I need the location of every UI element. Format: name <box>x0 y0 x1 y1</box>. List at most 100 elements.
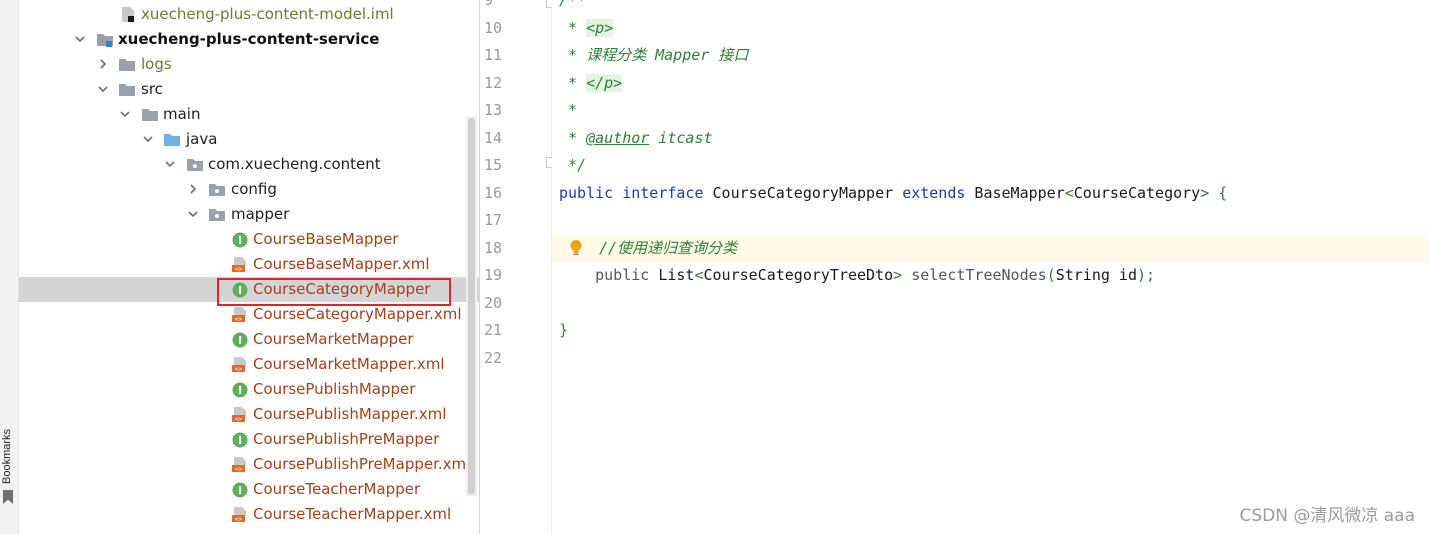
author-tag: @author <box>586 129 650 147</box>
code-line-14: * @author itcast <box>559 129 713 147</box>
line-number[interactable]: 12 <box>480 70 524 97</box>
tree-item-label: java <box>186 130 218 148</box>
interface-icon: I <box>231 481 249 498</box>
line-number[interactable]: 9 <box>480 0 524 14</box>
tree-item-label: CoursePublishPreMapper.xml <box>253 455 471 473</box>
xml-file-icon: <> <box>231 306 249 323</box>
tree-item-coursecategorymapper-xml[interactable]: <> CourseCategoryMapper.xml <box>19 302 479 327</box>
tree-item-label: xuecheng-plus-content-service <box>118 30 380 48</box>
chevron-down-icon[interactable] <box>118 107 132 121</box>
tree-item-label: CoursePublishMapper.xml <box>253 405 447 423</box>
html-tag: <p> <box>586 19 614 37</box>
interface-icon: I <box>231 331 249 348</box>
tree-item-src[interactable]: src <box>19 77 479 102</box>
line-number[interactable]: 13 <box>480 97 524 124</box>
xml-file-icon: <> <box>231 406 249 423</box>
code-line-11: * 课程分类 Mapper 接口 <box>559 46 749 64</box>
code-line-9: /** <box>559 0 587 9</box>
line-number[interactable]: 10 <box>480 15 524 42</box>
code-line-13: * <box>559 101 578 119</box>
line-number[interactable]: 19 <box>480 262 524 289</box>
chevron-down-icon[interactable] <box>96 82 110 96</box>
tree-item-coursemarketmapper-xml[interactable]: <> CourseMarketMapper.xml <box>19 352 479 377</box>
tree-item-label: CourseTeacherMapper.xml <box>253 505 452 523</box>
line-number[interactable]: 15 <box>480 152 524 179</box>
xml-file-icon: <> <box>231 356 249 373</box>
line-number[interactable]: 11 <box>480 42 524 69</box>
line-number[interactable]: 16 <box>480 180 524 207</box>
chevron-down-icon[interactable] <box>141 132 155 146</box>
tree-scrollbar-thumb[interactable] <box>468 118 475 494</box>
tree-item-coursemarketmapper[interactable]: I CourseMarketMapper <box>19 327 479 352</box>
tree-item-mapper[interactable]: mapper <box>19 202 479 227</box>
code-line-21: } <box>559 321 569 339</box>
code-line-10: * <p> <box>559 19 614 37</box>
package-icon <box>186 156 204 173</box>
bookmark-icon[interactable] <box>3 490 13 504</box>
editor-gutter: 9 10 11 12 13 14 15 16 17 18 19 20 21 22 <box>480 0 556 534</box>
line-number[interactable]: 20 <box>480 290 524 317</box>
tree-item-label: CourseMarketMapper.xml <box>253 355 445 373</box>
tree-item-label: main <box>163 105 201 123</box>
chevron-down-icon[interactable] <box>186 207 200 221</box>
source-folder-icon <box>163 131 181 148</box>
tree-item-xuecheng-plus-content-model-iml[interactable]: xuecheng-plus-content-model.iml <box>19 2 479 27</box>
interface-icon: I <box>231 381 249 398</box>
folder-icon <box>141 106 159 123</box>
interface-icon: I <box>231 231 249 248</box>
tree-item-config[interactable]: config <box>19 177 479 202</box>
tree-item-label: CoursePublishPreMapper <box>253 430 440 448</box>
chevron-right-icon[interactable] <box>96 57 110 71</box>
svg-text:<>: <> <box>235 466 243 473</box>
tree-item-label: CourseBaseMapper <box>253 230 399 248</box>
tree-item-label: CourseCategoryMapper <box>253 280 431 298</box>
intention-bulb-icon[interactable] <box>569 239 583 257</box>
tree-item-xuecheng-plus-content-service[interactable]: xuecheng-plus-content-service <box>19 27 479 52</box>
line-number[interactable]: 22 <box>480 345 524 372</box>
svg-text:<>: <> <box>235 316 243 323</box>
bookmarks-tab[interactable]: Bookmarks <box>1 420 17 490</box>
xml-file-icon: <> <box>231 506 249 523</box>
tree-item-com-xuecheng-content[interactable]: com.xuecheng.content <box>19 152 479 177</box>
svg-text:I: I <box>238 334 242 347</box>
tree-item-coursepublishpremapper-xml[interactable]: <> CoursePublishPreMapper.xml <box>19 452 479 477</box>
tree-item-coursepublishpremapper[interactable]: I CoursePublishPreMapper <box>19 427 479 452</box>
tree-item-label: config <box>231 180 277 198</box>
tree-item-coursepublishmapper[interactable]: I CoursePublishMapper <box>19 377 479 402</box>
line-number[interactable]: 18 <box>480 235 524 262</box>
code-editor[interactable]: /** * <p> * 课程分类 Mapper 接口 * </p> * * @a… <box>552 0 1429 534</box>
chevron-down-icon[interactable] <box>163 157 177 171</box>
tree-item-coursebasemapper-xml[interactable]: <> CourseBaseMapper.xml <box>19 252 479 277</box>
tree-item-coursecategorymapper[interactable]: I CourseCategoryMapper <box>19 277 479 302</box>
tree-item-coursepublishmapper-xml[interactable]: <> CoursePublishMapper.xml <box>19 402 479 427</box>
tree-item-main[interactable]: main <box>19 102 479 127</box>
tree-item-coursebasemapper[interactable]: I CourseBaseMapper <box>19 227 479 252</box>
line-number[interactable]: 21 <box>480 317 524 344</box>
tree-item-courseteachermapper[interactable]: I CourseTeacherMapper <box>19 477 479 502</box>
tree-item-java[interactable]: java <box>19 127 479 152</box>
line-number[interactable]: 17 <box>480 207 524 234</box>
code-line-19: public List<CourseCategoryTreeDto> selec… <box>559 266 1156 284</box>
svg-text:<>: <> <box>235 416 243 423</box>
xml-file-icon: <> <box>231 456 249 473</box>
svg-text:<>: <> <box>235 516 243 523</box>
tree-item-logs[interactable]: logs <box>19 52 479 77</box>
xml-file-icon: <> <box>231 256 249 273</box>
folder-icon <box>118 56 136 73</box>
tree-item-label: CourseBaseMapper.xml <box>253 255 430 273</box>
tree-item-label: CourseTeacherMapper <box>253 480 421 498</box>
package-icon <box>208 206 226 223</box>
html-tag: </p> <box>586 74 623 92</box>
tree-item-label: CoursePublishMapper <box>253 380 416 398</box>
line-number[interactable]: 14 <box>480 125 524 152</box>
chevron-down-icon[interactable] <box>73 32 87 46</box>
tree-item-label: com.xuecheng.content <box>208 155 381 173</box>
tree-item-label: src <box>141 80 163 98</box>
project-tree: xuecheng-plus-content-model.iml xuecheng-… <box>19 0 479 534</box>
code-line-15: */ <box>559 156 587 174</box>
svg-text:I: I <box>238 234 242 247</box>
svg-text:I: I <box>238 434 242 447</box>
chevron-right-icon[interactable] <box>186 182 200 196</box>
module-folder-icon <box>96 31 114 48</box>
tree-item-courseteachermapper-xml[interactable]: <> CourseTeacherMapper.xml <box>19 502 479 527</box>
